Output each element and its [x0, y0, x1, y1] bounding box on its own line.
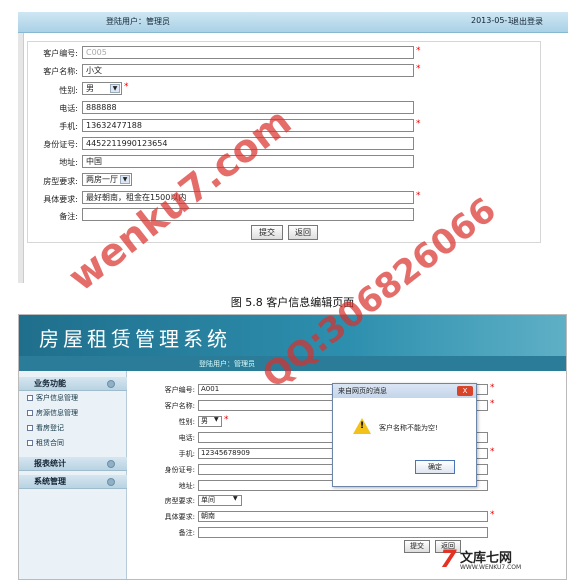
- field-label: 地址:: [178, 482, 195, 490]
- doc-icon: [27, 425, 33, 431]
- doc-icon: [27, 395, 33, 401]
- submit-button[interactable]: 提交: [404, 540, 430, 553]
- field-label: 房型要求:: [164, 497, 195, 505]
- sidebar-section-system[interactable]: 系统管理: [19, 475, 127, 489]
- customer-id-input[interactable]: C005: [82, 46, 414, 59]
- alert-dialog: 来自网页的消息 X ! 客户名称不能为空! 确定: [332, 383, 477, 487]
- field-label: 性别:: [59, 86, 78, 95]
- field-label: 客户名称:: [164, 402, 195, 410]
- field-label: 客户名称:: [43, 67, 78, 76]
- required-mark: *: [416, 191, 421, 201]
- field-label: 身份证号:: [164, 466, 195, 474]
- field-label: 客户编号:: [43, 49, 78, 58]
- field-label: 地址:: [59, 158, 78, 167]
- logout-link[interactable]: 退出登录: [511, 16, 543, 27]
- sidebar-item-house[interactable]: 房源信息管理: [19, 406, 126, 421]
- dialog-title: 来自网页的消息: [333, 384, 476, 398]
- room-type-value: 两房一厅: [86, 175, 118, 184]
- dialog-body: ! 客户名称不能为空! 确定: [333, 398, 476, 486]
- logo-mark: 7: [440, 545, 457, 573]
- left-collapse-edge[interactable]: [18, 33, 24, 283]
- app-title: 房屋租赁管理系统: [39, 327, 231, 351]
- close-button[interactable]: X: [457, 386, 473, 396]
- customer-name-input[interactable]: 小文: [82, 64, 414, 77]
- section-label: 系统管理: [34, 477, 66, 486]
- doc-icon: [27, 410, 33, 416]
- collapse-icon[interactable]: [107, 380, 115, 388]
- sidebar-item-customer[interactable]: 客户信息管理: [19, 391, 126, 406]
- field-label: 电话:: [59, 104, 78, 113]
- submit-button[interactable]: 提交: [251, 225, 283, 240]
- warning-icon: !: [353, 418, 371, 434]
- dialog-message: 客户名称不能为空!: [379, 424, 438, 432]
- back-button[interactable]: 返回: [288, 225, 318, 240]
- logo-url: WWW.WENKU7.COM: [460, 564, 522, 571]
- field-label: 手机:: [178, 450, 195, 458]
- field-label: 备注:: [59, 212, 78, 221]
- logged-user: 登陆用户：管理员: [199, 360, 255, 368]
- chevron-down-icon: ▼: [110, 84, 120, 93]
- requirement-input[interactable]: 朝南: [198, 511, 488, 522]
- sidebar-item-label: 看房登记: [36, 424, 64, 432]
- field-label: 房型要求:: [43, 177, 78, 186]
- required-mark: *: [490, 383, 495, 393]
- required-mark: *: [416, 64, 421, 74]
- required-mark: *: [124, 82, 129, 92]
- field-label: 身份证号:: [43, 140, 78, 149]
- field-label: 手机:: [59, 122, 78, 131]
- sidebar-section-business[interactable]: 业务功能: [19, 377, 127, 391]
- gender-select[interactable]: 男 ▼: [82, 82, 122, 95]
- sidebar-item-label: 房源信息管理: [36, 409, 78, 417]
- site-logo: 7 文库七网 WWW.WENKU7.COM: [440, 545, 560, 575]
- sidebar-item-label: 租赁合同: [36, 439, 64, 447]
- room-type-select[interactable]: 两房一厅 ▼: [82, 173, 132, 186]
- field-label: 备注:: [178, 529, 195, 537]
- top-header-bar: 登陆用户：管理员 2013-05-1 退出登录: [18, 12, 568, 33]
- field-label: 电话:: [178, 434, 195, 442]
- chevron-down-icon: ▼: [233, 495, 238, 502]
- required-mark: *: [490, 510, 495, 520]
- gender-value: 男: [86, 84, 94, 93]
- doc-icon: [27, 440, 33, 446]
- chevron-down-icon: ▼: [214, 416, 219, 423]
- sidebar-item-label: 客户信息管理: [36, 394, 78, 402]
- required-mark: *: [224, 415, 229, 425]
- phone-input[interactable]: 888888: [82, 101, 414, 114]
- sidebar: 业务功能 客户信息管理 房源信息管理 看房登记 租赁合同 报表统计 系统管理: [19, 371, 127, 579]
- required-mark: *: [490, 447, 495, 457]
- field-label: 具体要求:: [164, 513, 195, 521]
- sidebar-section-reports[interactable]: 报表统计: [19, 457, 127, 471]
- section-label: 报表统计: [34, 459, 66, 468]
- required-mark: *: [416, 46, 421, 56]
- sidebar-item-viewing[interactable]: 看房登记: [19, 421, 126, 436]
- expand-icon[interactable]: [107, 478, 115, 486]
- required-mark: *: [416, 119, 421, 129]
- field-label: 具体要求:: [43, 195, 78, 204]
- ok-button[interactable]: 确定: [415, 460, 455, 474]
- field-label: 客户编号:: [164, 386, 195, 394]
- sidebar-item-contract[interactable]: 租赁合同: [19, 436, 126, 451]
- section-label: 业务功能: [34, 379, 66, 388]
- requirement-input[interactable]: 最好朝南，租金在1500以内: [82, 191, 414, 204]
- header-date: 2013-05-1: [471, 16, 513, 25]
- chevron-down-icon: ▼: [120, 175, 130, 184]
- remark-input[interactable]: [198, 527, 488, 538]
- field-label: 性别:: [178, 418, 195, 426]
- expand-icon[interactable]: [107, 460, 115, 468]
- required-mark: *: [490, 399, 495, 409]
- logged-user: 登陆用户：管理员: [106, 17, 170, 26]
